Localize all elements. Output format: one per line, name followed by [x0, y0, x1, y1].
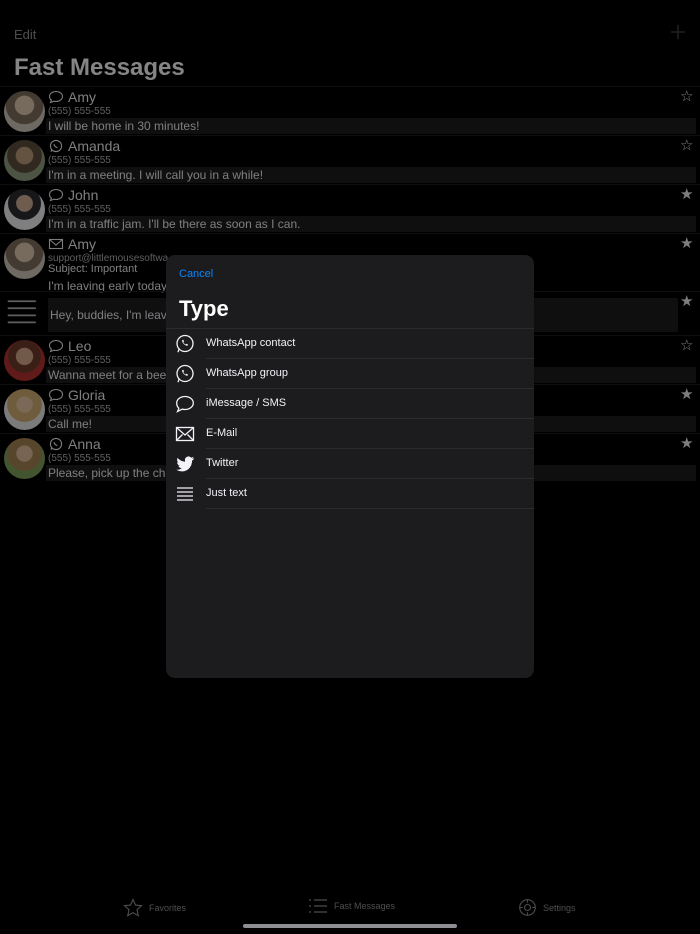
type-options-list: WhatsApp contact WhatsApp group iMessage…: [166, 328, 534, 509]
option-label: WhatsApp group: [206, 367, 288, 379]
text-lines-icon: [177, 487, 193, 501]
home-indicator[interactable]: [243, 924, 457, 928]
option-whatsapp-contact[interactable]: WhatsApp contact: [166, 329, 534, 359]
option-email[interactable]: E-Mail: [166, 419, 534, 449]
option-label: Twitter: [206, 457, 239, 469]
option-label: Just text: [206, 487, 247, 499]
whatsapp-icon: [176, 334, 194, 353]
option-label: WhatsApp contact: [206, 337, 296, 349]
option-just-text[interactable]: Just text: [166, 479, 534, 509]
twitter-bird-icon: [176, 456, 194, 472]
cancel-button[interactable]: Cancel: [179, 268, 213, 280]
envelope-icon: [175, 426, 195, 442]
sheet-title: Type: [179, 296, 229, 321]
option-twitter[interactable]: Twitter: [166, 449, 534, 479]
whatsapp-icon: [176, 364, 194, 383]
option-label: E-Mail: [206, 427, 238, 439]
speech-bubble-icon: [176, 395, 194, 413]
option-label: iMessage / SMS: [206, 397, 287, 409]
option-whatsapp-group[interactable]: WhatsApp group: [166, 359, 534, 389]
option-imessage-sms[interactable]: iMessage / SMS: [166, 389, 534, 419]
type-picker-sheet: Cancel Type WhatsApp contact WhatsApp gr…: [166, 255, 534, 678]
